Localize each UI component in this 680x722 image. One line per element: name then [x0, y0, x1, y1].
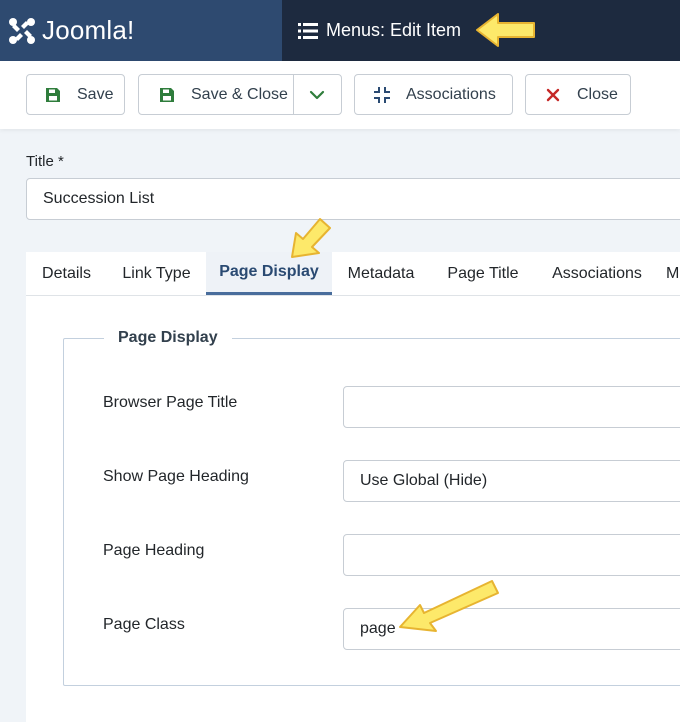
save-close-button[interactable]: Save & Close	[138, 74, 342, 115]
annotation-arrow	[291, 218, 331, 258]
tab-page-title[interactable]: Page Title	[430, 252, 536, 295]
brand-name: Joomla!	[42, 15, 135, 45]
chevron-down-icon[interactable]	[309, 87, 325, 103]
tab-more[interactable]: M	[666, 252, 680, 295]
page-title-area: Menus: Edit Item	[298, 0, 461, 61]
app-header: Joomla! Menus: Edit Item	[0, 0, 680, 61]
annotation-arrow	[476, 13, 535, 47]
save-label: Save	[77, 85, 114, 103]
show-page-heading-select[interactable]: Use Global (Hide)	[343, 460, 680, 502]
split-divider	[293, 75, 294, 114]
show-page-heading-label: Show Page Heading	[103, 468, 249, 485]
close-label: Close	[577, 85, 618, 103]
tab-metadata[interactable]: Metadata	[332, 252, 430, 295]
toolbar: Save Save & Close Associations Close	[0, 61, 680, 129]
save-button[interactable]: Save	[26, 74, 125, 115]
list-icon	[298, 22, 318, 39]
tab-bar: Details Link Type Page Display Metadata …	[26, 252, 680, 296]
tab-link-type[interactable]: Link Type	[107, 252, 206, 295]
page-title: Menus: Edit Item	[326, 20, 462, 40]
compress-icon	[374, 86, 390, 103]
title-input[interactable]	[26, 178, 680, 220]
fieldset-legend: Page Display	[104, 329, 232, 347]
joomla-logo-icon	[9, 17, 35, 44]
save-icon	[46, 87, 60, 102]
close-icon	[546, 88, 560, 101]
page-display-panel: Page Display Browser Page Title Show Pag…	[26, 296, 680, 722]
save-close-label: Save & Close	[191, 85, 288, 103]
page-class-input[interactable]: page	[343, 608, 680, 650]
browser-page-title-input[interactable]	[343, 386, 680, 428]
annotation-arrow	[399, 580, 499, 632]
save-icon	[160, 87, 174, 102]
associations-button[interactable]: Associations	[354, 74, 513, 115]
page-class-label: Page Class	[103, 616, 185, 633]
title-label: Title *	[26, 153, 64, 170]
tab-details[interactable]: Details	[26, 252, 107, 295]
page-display-fieldset: Page Display Browser Page Title Show Pag…	[63, 329, 680, 686]
brand-logo[interactable]: Joomla!	[0, 0, 282, 61]
associations-label: Associations	[406, 85, 496, 103]
page-heading-label: Page Heading	[103, 542, 205, 559]
tab-associations[interactable]: Associations	[536, 252, 658, 295]
page-heading-input[interactable]	[343, 534, 680, 576]
browser-page-title-label: Browser Page Title	[103, 394, 238, 411]
close-button[interactable]: Close	[525, 74, 631, 115]
